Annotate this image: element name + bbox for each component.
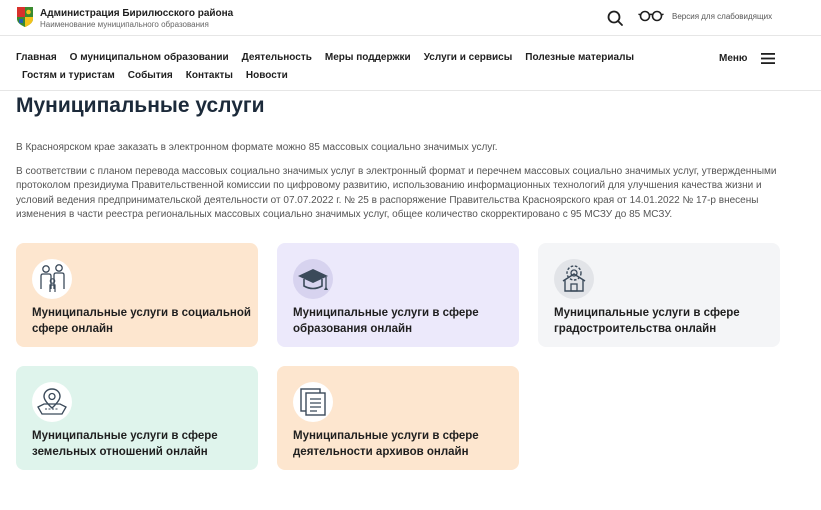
nav-item-tourists[interactable]: Гостям и туристам xyxy=(22,70,115,81)
search-icon[interactable] xyxy=(606,9,624,27)
service-card-archives[interactable]: Муниципальные услуги в сфере деятельност… xyxy=(277,366,519,470)
card-label: Муниципальные услуги в сфере образования… xyxy=(293,307,479,335)
service-card-land-relations[interactable]: Муниципальные услуги в сфере земельных о… xyxy=(16,366,258,470)
nav-row-primary: Главная О муниципальном образовании Деят… xyxy=(16,48,656,66)
land-plot-icon xyxy=(32,382,72,422)
service-card-urban-planning[interactable]: Муниципальные услуги в сфере градостроит… xyxy=(538,243,780,347)
accessibility-version-button[interactable]: Версия для слабовидящих xyxy=(638,9,772,23)
nav-divider xyxy=(0,90,821,91)
org-subtitle: Наименование муниципального образования xyxy=(40,20,209,29)
nav-item-home[interactable]: Главная xyxy=(16,52,57,63)
coat-of-arms-icon[interactable] xyxy=(16,6,34,28)
page-title: Муниципальные услуги xyxy=(16,94,265,117)
accessibility-label: Версия для слабовидящих xyxy=(672,11,773,21)
menu-label: Меню xyxy=(719,53,748,64)
hamburger-icon xyxy=(761,53,776,64)
site-header: Администрация Бирилюсского района Наимен… xyxy=(0,0,821,36)
nav-item-support[interactable]: Меры поддержки xyxy=(325,52,411,63)
nav-item-contacts[interactable]: Контакты xyxy=(186,70,233,81)
org-name[interactable]: Администрация Бирилюсского района xyxy=(40,8,233,19)
house-gear-icon xyxy=(554,259,594,299)
graduation-cap-icon xyxy=(293,259,333,299)
nav-item-news[interactable]: Новости xyxy=(246,70,288,81)
card-label: Муниципальные услуги в сфере деятельност… xyxy=(293,430,479,458)
nav-row-secondary: Гостям и туристам События Контакты Новос… xyxy=(16,66,656,84)
service-card-social[interactable]: Муниципальные услуги в социальной сфере … xyxy=(16,243,258,347)
card-label: Муниципальные услуги в сфере градостроит… xyxy=(554,307,740,335)
family-icon xyxy=(32,259,72,299)
glasses-icon xyxy=(638,10,664,22)
nav-item-materials[interactable]: Полезные материалы xyxy=(525,52,634,63)
card-label: Муниципальные услуги в социальной сфере … xyxy=(32,307,251,335)
menu-button[interactable]: Меню xyxy=(719,53,776,64)
service-card-education[interactable]: Муниципальные услуги в сфере образования… xyxy=(277,243,519,347)
nav-item-activity[interactable]: Деятельность xyxy=(242,52,312,63)
archive-documents-icon xyxy=(293,382,333,422)
description-paragraph: В соответствии с планом перевода массовы… xyxy=(16,166,777,221)
nav-item-events[interactable]: События xyxy=(128,70,173,81)
main-navigation: Главная О муниципальном образовании Деят… xyxy=(16,48,656,84)
nav-item-about[interactable]: О муниципальном образовании xyxy=(70,52,229,63)
intro-text: В Красноярском крае заказать в электронн… xyxy=(16,142,498,153)
nav-item-services[interactable]: Услуги и сервисы xyxy=(424,52,513,63)
card-label: Муниципальные услуги в сфере земельных о… xyxy=(32,430,218,458)
